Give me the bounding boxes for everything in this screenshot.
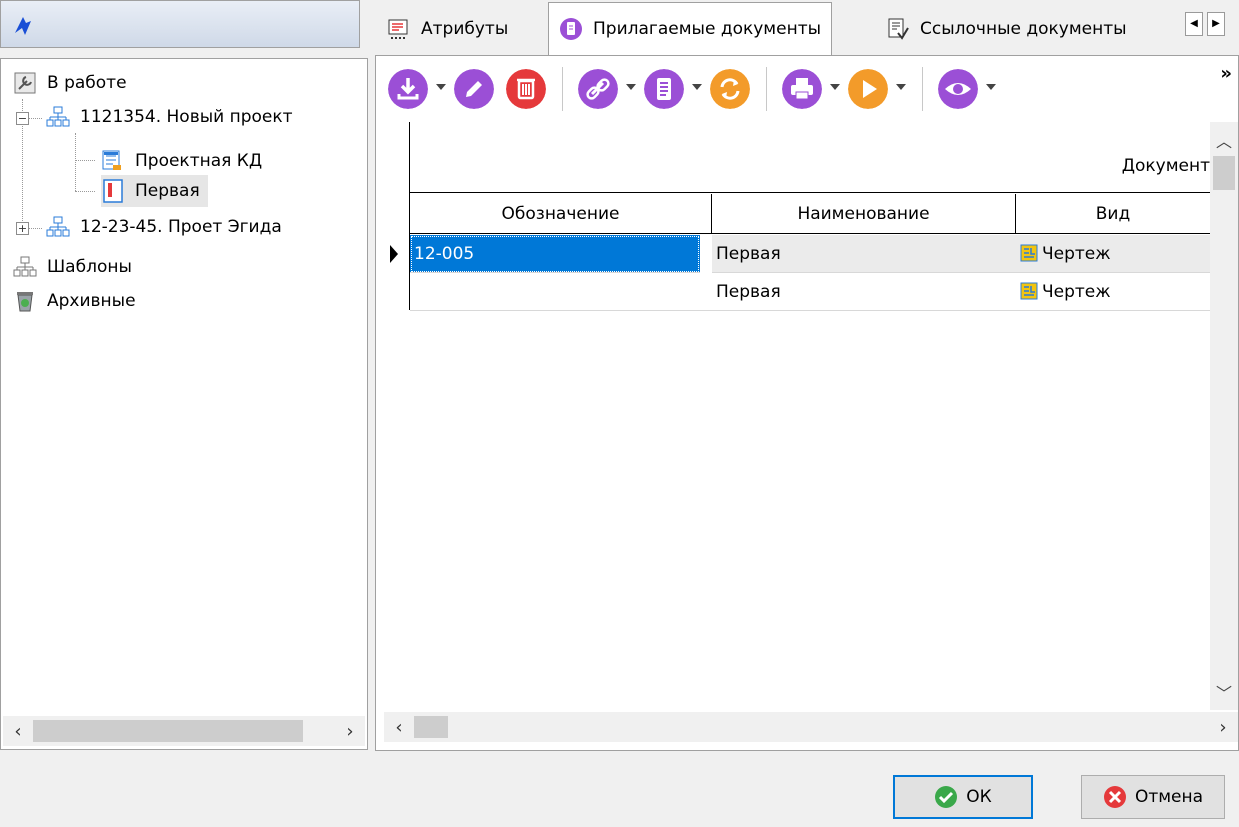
tree-item-label: В работе bbox=[47, 73, 127, 93]
tab-label: Атрибуты bbox=[421, 19, 509, 39]
tree-item-first[interactable]: Первая bbox=[101, 175, 208, 207]
scroll-up-icon[interactable]: ︿ bbox=[1210, 128, 1238, 152]
drawing-icon bbox=[1020, 244, 1038, 262]
tree-item-label: Шаблоны bbox=[47, 257, 132, 277]
band-title: Документ bbox=[1121, 156, 1210, 176]
link-dropdown-icon[interactable] bbox=[626, 84, 636, 90]
tree-item-label: Архивные bbox=[47, 291, 136, 311]
print-icon[interactable] bbox=[782, 69, 822, 109]
column-header-name[interactable]: Наименование bbox=[712, 194, 1016, 234]
attached-documents-panel: » Документ Обозначение Наименование Вид … bbox=[375, 55, 1239, 751]
scroll-right-icon[interactable]: › bbox=[335, 721, 365, 742]
tab-label: Прилагаемые документы bbox=[593, 19, 822, 39]
tree-item-in-work[interactable]: В работе bbox=[13, 67, 127, 99]
ok-button-label: ОК bbox=[966, 787, 992, 807]
play-dropdown-icon[interactable] bbox=[896, 84, 906, 90]
design-doc-icon bbox=[102, 150, 121, 170]
tools-icon bbox=[14, 72, 36, 94]
view-icon[interactable] bbox=[938, 69, 978, 109]
print-dropdown-icon[interactable] bbox=[830, 84, 840, 90]
cell-designation[interactable] bbox=[410, 273, 712, 311]
delete-icon[interactable] bbox=[506, 69, 546, 109]
edit-icon[interactable] bbox=[454, 69, 494, 109]
tree-item-label: Первая bbox=[135, 181, 200, 201]
tree-item-project-1121354[interactable]: 1121354. Новый проект bbox=[46, 101, 293, 133]
cell-kind[interactable]: Чертеж bbox=[1016, 235, 1210, 273]
tree-item-project-aegis[interactable]: 12-23-45. Проет Эгида bbox=[46, 211, 282, 243]
tree-horizontal-scrollbar[interactable]: ‹ › bbox=[3, 716, 365, 746]
refresh-icon[interactable] bbox=[710, 69, 750, 109]
navigate-up-icon[interactable] bbox=[9, 13, 35, 39]
document-list-dropdown-icon[interactable] bbox=[692, 84, 702, 90]
tree-panel: В работе − 1121354. Новый проект Проектн… bbox=[0, 0, 373, 750]
download-icon[interactable] bbox=[388, 69, 428, 109]
check-icon bbox=[935, 786, 958, 808]
document-red-icon bbox=[103, 179, 123, 203]
project-tree[interactable]: В работе − 1121354. Новый проект Проектн… bbox=[0, 58, 368, 750]
project-hierarchy-icon bbox=[46, 106, 70, 127]
cell-kind-label: Чертеж bbox=[1042, 282, 1111, 302]
toolbar: » bbox=[382, 59, 1239, 121]
download-dropdown-icon[interactable] bbox=[436, 84, 446, 90]
view-dropdown-icon[interactable] bbox=[986, 84, 996, 90]
collapse-toggle[interactable]: − bbox=[16, 112, 29, 125]
scroll-thumb[interactable] bbox=[1213, 156, 1235, 190]
row-indicator bbox=[384, 235, 410, 273]
scroll-thumb[interactable] bbox=[33, 720, 303, 742]
scroll-left-icon[interactable]: ‹ bbox=[3, 721, 33, 742]
column-header-kind[interactable]: Вид bbox=[1016, 194, 1210, 234]
document-list-icon[interactable] bbox=[644, 69, 684, 109]
tree-item-label: Проектная КД bbox=[135, 151, 263, 171]
tree-item-archive[interactable]: Архивные bbox=[13, 285, 136, 317]
band-header: Документ bbox=[410, 122, 1210, 193]
tab-scroll-left[interactable]: ◀ bbox=[1185, 12, 1203, 36]
scroll-right-icon[interactable]: › bbox=[1208, 717, 1238, 738]
table-row[interactable]: 12-005 Первая Чертеж bbox=[384, 235, 1210, 273]
cancel-button[interactable]: Отмена bbox=[1081, 775, 1225, 819]
grid-horizontal-scrollbar[interactable]: ‹ › bbox=[384, 712, 1238, 742]
tree-item-label: 1121354. Новый проект bbox=[80, 107, 293, 127]
scroll-thumb[interactable] bbox=[414, 716, 448, 738]
cell-designation[interactable]: 12-005 bbox=[410, 235, 700, 273]
cell-name[interactable]: Первая bbox=[712, 235, 1016, 273]
column-header-row: Обозначение Наименование Вид bbox=[410, 194, 1210, 234]
attached-docs-icon bbox=[560, 18, 582, 40]
current-row-arrow-icon bbox=[390, 245, 398, 263]
link-icon[interactable] bbox=[578, 69, 618, 109]
tab-reference-documents[interactable]: Ссылочные документы bbox=[876, 6, 1137, 52]
reference-docs-icon bbox=[888, 18, 909, 40]
cancel-icon bbox=[1103, 786, 1126, 808]
tab-scroll-right[interactable]: ▶ bbox=[1207, 12, 1225, 36]
row-indicator bbox=[384, 273, 410, 311]
documents-grid[interactable]: Документ Обозначение Наименование Вид 12… bbox=[384, 122, 1210, 710]
cell-kind-label: Чертеж bbox=[1042, 244, 1111, 264]
column-header-designation[interactable]: Обозначение bbox=[410, 194, 712, 234]
tab-strip: Атрибуты Прилагаемые документы Ссылочные… bbox=[375, 0, 1239, 55]
toolbar-more-button[interactable]: » bbox=[1220, 63, 1232, 84]
templates-icon bbox=[13, 256, 37, 277]
tab-attached-documents[interactable]: Прилагаемые документы bbox=[548, 2, 833, 55]
archive-icon bbox=[17, 292, 33, 312]
scroll-left-icon[interactable]: ‹ bbox=[384, 717, 414, 738]
scroll-down-icon[interactable]: ﹀ bbox=[1210, 680, 1238, 704]
tree-item-label: 12-23-45. Проет Эгида bbox=[80, 217, 282, 237]
grid-vertical-scrollbar[interactable]: ︿ ﹀ bbox=[1210, 122, 1238, 710]
drawing-icon bbox=[1020, 282, 1038, 300]
tab-attributes[interactable]: Атрибуты bbox=[377, 6, 518, 52]
cell-kind[interactable]: Чертеж bbox=[1016, 273, 1210, 311]
tab-label: Ссылочные документы bbox=[920, 19, 1127, 39]
tree-header bbox=[0, 0, 360, 48]
tree-item-templates[interactable]: Шаблоны bbox=[13, 251, 132, 283]
project-hierarchy-icon bbox=[46, 216, 70, 237]
tree-item-design-docs[interactable]: Проектная КД bbox=[101, 145, 262, 177]
table-row[interactable]: Первая Чертеж bbox=[384, 273, 1210, 311]
attributes-icon bbox=[388, 19, 408, 39]
play-icon[interactable] bbox=[848, 69, 888, 109]
cell-name[interactable]: Первая bbox=[712, 273, 1016, 311]
cancel-button-label: Отмена bbox=[1134, 787, 1204, 807]
ok-button[interactable]: ОК bbox=[893, 775, 1033, 819]
expand-toggle[interactable]: + bbox=[16, 222, 29, 235]
